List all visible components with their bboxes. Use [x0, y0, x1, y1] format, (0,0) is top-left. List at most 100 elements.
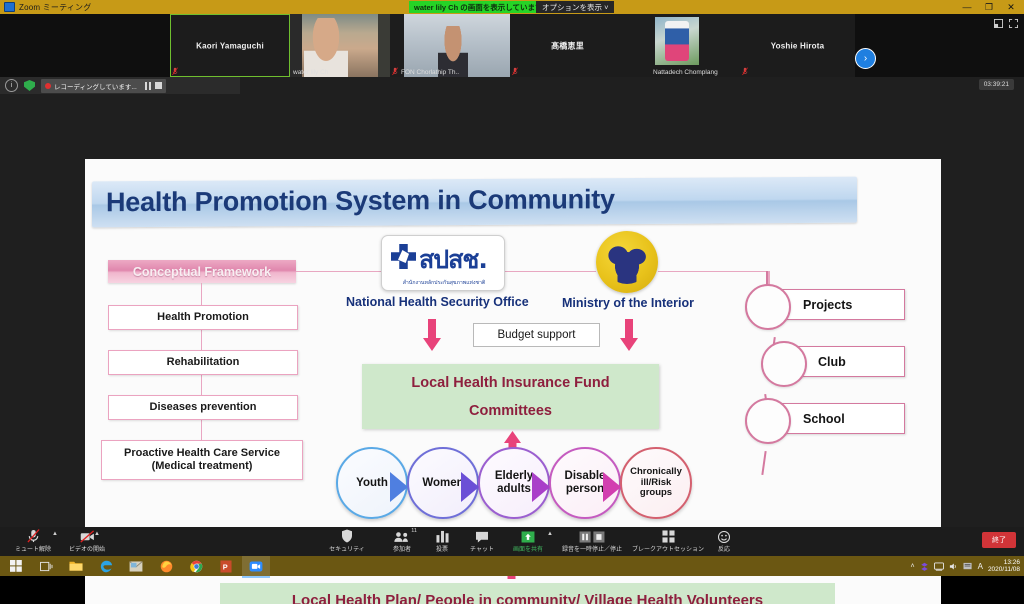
fullscreen-icon[interactable] [1009, 19, 1018, 28]
toolbar-label: チャット [470, 547, 494, 553]
ime-icon[interactable]: A [978, 562, 983, 571]
toolbar-chat-button[interactable]: チャット [462, 529, 502, 555]
participant-filmstrip: Kaori Yamaguchi water lily Ch FON Chorla… [0, 14, 1024, 77]
toolbar-label: 画面を共有 [512, 547, 543, 553]
framework-box-2: Diseases prevention [108, 395, 298, 420]
stop-recording-icon[interactable] [154, 81, 162, 89]
toolbar-label: 参加者 [392, 547, 411, 553]
toolbar-label: 反応 [717, 547, 730, 553]
fund-line-1: Local Health Insurance Fund [411, 375, 610, 391]
share-options-button[interactable]: オプションを表示 ˅ [536, 1, 615, 13]
circle-label: Elderly [494, 470, 534, 483]
toolbar-start-video-button[interactable]: ビデオの開始 [62, 529, 112, 555]
info-icon[interactable]: i [5, 79, 18, 92]
shield-icon [341, 529, 353, 543]
zoom-meeting-window: Zoom ミーティング water lily Ch の画面を表示しています オプ… [0, 0, 1024, 604]
participant-tile-5[interactable]: Yoshie Hirota [740, 14, 855, 77]
unmute-caret-icon[interactable]: ▲ [52, 531, 58, 537]
mic-off-icon [742, 67, 748, 76]
nhso-logo-subtext: สำนักงานหลักประกันสุขภาพแห่งชาติ [402, 280, 486, 286]
taskbar-start-button[interactable] [2, 556, 30, 576]
toolbar-polls-button[interactable]: 投票 [424, 529, 460, 555]
bar-chart-icon [435, 529, 449, 543]
toolbar-participants-button[interactable]: 11 参加者 [382, 528, 422, 555]
recording-dot-icon [45, 82, 51, 89]
down-arrow-icon [423, 319, 441, 351]
garuda-emblem-icon [605, 240, 649, 284]
toolbar-label: セキュリティ [329, 547, 365, 553]
video-caret-icon[interactable]: ▲ [94, 531, 100, 537]
participant-name: Kaori Yamaguchi [196, 41, 264, 50]
video-letterbox-left [290, 14, 302, 77]
people-icon: 11 [394, 528, 417, 543]
pause-recording-icon[interactable] [144, 81, 152, 90]
restore-button[interactable]: ❐ [978, 0, 1000, 14]
action-center-icon[interactable] [963, 562, 973, 571]
end-meeting-button[interactable]: 終了 [982, 532, 1016, 548]
minimize-view-icon[interactable] [994, 19, 1003, 28]
participant-tile-4[interactable]: Nattadech Chomplang [625, 14, 740, 77]
participant-tile-0[interactable]: Kaori Yamaguchi [170, 14, 290, 77]
taskbar-mail-button[interactable] [122, 556, 150, 576]
close-button[interactable]: ✕ [1000, 0, 1022, 14]
camera-off-icon [79, 529, 95, 543]
taskbar-internet-explorer-button[interactable] [92, 556, 120, 576]
volume-icon[interactable] [949, 562, 958, 571]
window-title: Zoom ミーティング [19, 2, 92, 12]
participant-name: Yoshie Hirota [770, 41, 825, 50]
participant-name: Nattadech Chomplang [653, 69, 718, 76]
chevron-right-icon [532, 472, 550, 502]
taskbar-file-explorer-button[interactable] [62, 556, 90, 576]
taskbar-clock[interactable]: 13:26 2020/11/08 [988, 559, 1020, 573]
toolbar-label: 投票 [435, 547, 448, 553]
toolbar-share-screen-button[interactable]: 画面を共有 [505, 529, 551, 555]
framework-box-label: Health Promotion [157, 311, 249, 324]
conceptual-framework-banner: Conceptual Framework [108, 260, 296, 283]
taskbar-chrome-button[interactable] [182, 556, 210, 576]
dropbox-icon[interactable] [920, 562, 929, 571]
toolbar-pause-stop-recording-button[interactable]: 録音を一時停止／停止 [557, 529, 627, 555]
connector [296, 271, 382, 273]
share-caret-icon[interactable]: ▲ [547, 531, 553, 537]
participant-name: water lily Ch [293, 69, 329, 76]
toolbar-reactions-button[interactable]: 反応 [707, 529, 741, 555]
smiley-icon [718, 529, 730, 543]
taskbar-firefox-button[interactable] [152, 556, 180, 576]
mic-off-icon [392, 67, 398, 76]
toolbar-security-button[interactable]: セキュリティ [324, 529, 370, 555]
filmstrip-next-button[interactable]: › [855, 48, 876, 69]
windows-logo-icon [10, 560, 22, 572]
clock-date: 2020/11/08 [987, 566, 1020, 573]
bottom-banner: Local Health Plan/ People in community/ … [220, 583, 835, 604]
screen-share-banner: water lily Ch の画面を表示しています [409, 1, 548, 13]
recording-status-bar: i レコーディングしています... [0, 77, 240, 94]
slide-title: Health Promotion System in Community [106, 184, 615, 218]
toolbar-unmute-button[interactable]: ミュート解除 [9, 529, 57, 555]
powerpoint-icon: P [220, 560, 232, 572]
network-icon[interactable] [933, 561, 944, 571]
participant-tile-3[interactable]: 髙橋恵里 [510, 14, 625, 77]
framework-box-0: Health Promotion [108, 305, 298, 330]
chevron-right-icon [603, 472, 621, 502]
circle-label: Disable [564, 470, 606, 483]
taskbar-zoom-button[interactable] [242, 556, 270, 578]
participant-tile-1[interactable]: water lily Ch [290, 14, 390, 77]
windows-taskbar: P ˄ A 13:26 2020/11/08 [0, 556, 1024, 578]
moi-logo [596, 231, 658, 293]
participant-tile-2[interactable]: FON Chorlathip Th.. [390, 14, 510, 77]
taskbar-task-view-button[interactable] [32, 556, 60, 576]
circle-label: adults [497, 483, 531, 495]
recording-status-text: レコーディングしています... [54, 83, 137, 91]
connector [201, 283, 203, 305]
grid-icon [661, 529, 675, 543]
chevron-right-icon [461, 472, 479, 502]
show-hidden-icons-button[interactable]: ˄ [911, 563, 915, 570]
task-view-icon [39, 561, 52, 571]
right-box-label: Projects [803, 297, 853, 312]
toolbar-label: ビデオの開始 [68, 547, 105, 553]
toolbar-breakout-rooms-button[interactable]: ブレークアウトセッション [632, 529, 704, 555]
circle-label: Youth [356, 476, 388, 489]
minimize-button[interactable]: — [956, 0, 978, 14]
taskbar-powerpoint-button[interactable]: P [212, 556, 240, 576]
shield-icon[interactable] [24, 80, 35, 91]
